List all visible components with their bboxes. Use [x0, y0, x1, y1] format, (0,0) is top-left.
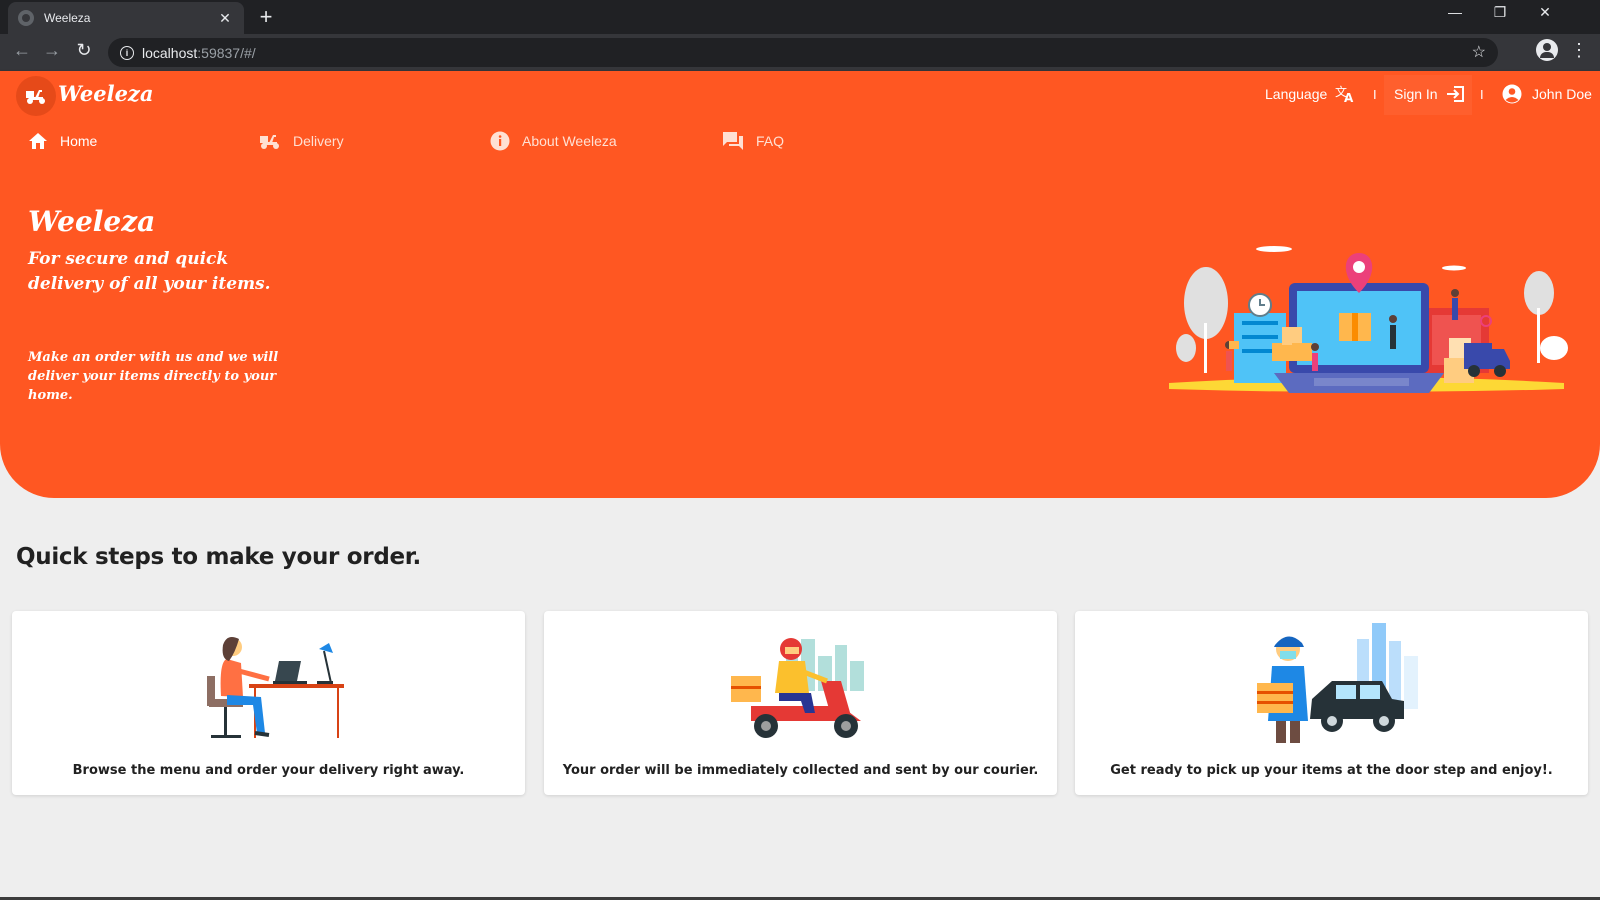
delivery-hero-illustration	[1169, 246, 1568, 393]
scooter-icon	[26, 90, 45, 104]
tab-label: Home	[60, 133, 98, 149]
url-path: :59837/#/	[197, 44, 256, 61]
scooter-icon	[259, 132, 281, 150]
language-button[interactable]: Language 文 A	[1265, 79, 1355, 109]
globe-icon	[18, 10, 34, 26]
home-icon	[28, 132, 48, 150]
browser-toolbar: ← → ↻ i localhost :59837/#/ ☆ ⋮	[0, 34, 1600, 71]
steps-title: Quick steps to make your order.	[16, 544, 421, 570]
step-card-browse: Browse the menu and order your delivery …	[12, 611, 525, 795]
hero-subtitle: For secure and quick delivery of all you…	[28, 249, 271, 294]
tab-label: FAQ	[756, 133, 785, 149]
close-window-button[interactable]: ✕	[1530, 4, 1560, 21]
language-label: Language	[1265, 86, 1328, 102]
step-caption: Your order will be immediately collected…	[562, 763, 1039, 778]
hero-banner: Weeleza For secure and quick delivery of…	[0, 167, 1600, 498]
tab-label: Delivery	[293, 133, 344, 149]
reload-icon[interactable]: ↻	[72, 40, 96, 61]
step-card-pickup: Get ready to pick up your items at the d…	[1075, 611, 1588, 795]
logo[interactable]	[16, 76, 56, 116]
browser-menu-icon[interactable]: ⋮	[1570, 40, 1588, 61]
hero-title: Weeleza	[28, 205, 156, 238]
address-bar[interactable]: i localhost :59837/#/ ☆	[108, 38, 1498, 67]
delivery-man-car-illustration	[1256, 623, 1418, 743]
browser-tabbar: Weeleza ✕ + — ❐ ✕	[0, 0, 1600, 34]
header-separator: I	[1373, 87, 1377, 102]
tab-label: About Weeleza	[522, 133, 617, 149]
svg-text:A: A	[1344, 91, 1354, 103]
tab-faq[interactable]: FAQ	[722, 117, 784, 165]
tab-title: Weeleza	[44, 11, 91, 25]
woman-at-desk-illustration	[206, 637, 344, 738]
account-circle-icon	[1502, 84, 1522, 104]
user-menu[interactable]: John Doe	[1502, 79, 1592, 109]
site-info-icon[interactable]: i	[120, 45, 134, 60]
forward-icon[interactable]: →	[40, 40, 64, 61]
forum-icon	[722, 131, 744, 151]
translate-icon: 文 A	[1335, 85, 1354, 103]
restore-button[interactable]: ❐	[1485, 4, 1515, 21]
browser-profile-icon[interactable]	[1536, 39, 1558, 61]
main-nav: Home Delivery About Weeleza FAQ	[0, 117, 1600, 212]
back-icon[interactable]: ←	[10, 40, 34, 61]
brand-name[interactable]: Weeleza	[58, 81, 153, 106]
header-separator: I	[1480, 87, 1484, 102]
step-caption: Get ready to pick up your items at the d…	[1110, 763, 1553, 778]
url-host: localhost	[142, 44, 198, 61]
signin-label: Sign In	[1394, 86, 1438, 102]
user-name: John Doe	[1532, 86, 1592, 102]
tab-home[interactable]: Home	[28, 117, 97, 165]
signin-button[interactable]: Sign In	[1394, 79, 1466, 109]
browser-tab[interactable]: Weeleza ✕	[8, 2, 244, 34]
info-icon	[490, 131, 510, 151]
new-tab-button[interactable]: +	[254, 4, 278, 30]
app-header: Weeleza Language 文 A I Sign In I John Do…	[0, 71, 1600, 212]
step-caption: Browse the menu and order your delivery …	[72, 763, 465, 778]
tab-about[interactable]: About Weeleza	[490, 117, 617, 165]
tab-close-icon[interactable]: ✕	[216, 10, 234, 27]
courier-scooter-illustration	[730, 638, 864, 738]
login-icon	[1446, 86, 1464, 102]
hero-text: Make an order with us and we will delive…	[28, 350, 279, 403]
step-card-courier: Your order will be immediately collected…	[544, 611, 1057, 795]
minimize-button[interactable]: —	[1440, 4, 1470, 20]
bookmark-star-icon[interactable]: ☆	[1472, 42, 1486, 62]
tab-delivery[interactable]: Delivery	[259, 117, 344, 165]
